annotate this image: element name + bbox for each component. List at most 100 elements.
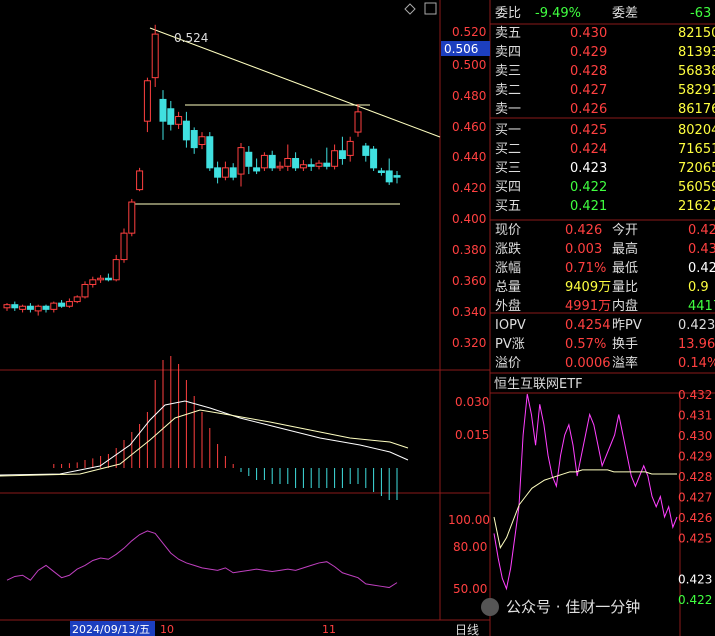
candle-body <box>97 277 105 281</box>
book-volume: 58291 <box>678 83 715 98</box>
quote-value: 0.42 <box>688 261 715 276</box>
price-tick: 0.500 <box>452 58 486 72</box>
candle-body <box>182 120 190 141</box>
candle-body <box>323 162 331 167</box>
quote-label: 量比 <box>612 280 638 295</box>
candle-body <box>167 108 175 125</box>
quote-rows: 现价 0.426 今开 0.42 涨跌 0.003 最高 0.43 涨幅 0.71% 最低 0.42 总… <box>495 222 715 314</box>
diff-value: -63 <box>690 6 711 21</box>
book-label: 买一 <box>495 123 521 138</box>
candle-body <box>58 302 66 307</box>
quote-label: 外盘 <box>495 298 521 314</box>
candle-body <box>354 111 362 133</box>
book-label: 买三 <box>495 161 521 176</box>
candle-body <box>89 279 97 285</box>
book-price: 0.427 <box>570 83 607 98</box>
diamond-icon[interactable] <box>404 3 416 15</box>
candle-body <box>292 158 300 169</box>
watermark: 公众号 · 佳财一分钟 <box>481 598 640 616</box>
iopv-value: 0.423 <box>678 318 715 333</box>
candle-body <box>128 201 136 234</box>
book-volume: 56838 <box>678 64 715 79</box>
book-label: 卖一 <box>495 102 521 117</box>
iopv-value: 0.4254 <box>565 318 611 333</box>
candle-body <box>34 305 42 312</box>
iopv-rows: IOPV 0.4254昨PV 0.423 PV涨 0.57% 换手 13.96% 溢价 0.00… <box>495 318 715 371</box>
date-tick: 10 <box>160 623 174 636</box>
price-tick: 0.440 <box>452 150 486 164</box>
book-label: 买四 <box>495 180 521 195</box>
candle-body <box>253 167 261 172</box>
macd-axis: 0.030 0.015 <box>455 395 489 442</box>
intraday-tick: 0.425 <box>678 532 712 546</box>
quote-label: 现价 <box>495 223 521 238</box>
candle-body <box>50 302 58 310</box>
watermark-text: 公众号 · 佳财一分钟 <box>506 598 640 616</box>
intraday-tick: 0.429 <box>678 450 712 464</box>
book-price: 0.429 <box>570 45 607 60</box>
book-price: 0.424 <box>570 142 607 157</box>
current-price-tag-text: 0.506 <box>444 42 478 56</box>
quote-value: 0.43 <box>688 242 715 257</box>
macd-dif-line <box>0 400 409 476</box>
high-annotation: 0.524 <box>174 31 208 45</box>
book-price: 0.425 <box>570 123 607 138</box>
candle-body <box>136 170 144 191</box>
candle-body <box>206 136 214 169</box>
book-volume: 71651 <box>678 142 715 157</box>
intraday-tick: 0.427 <box>678 491 712 505</box>
candle-body <box>260 154 268 169</box>
intraday-tick: 0.430 <box>678 429 712 443</box>
iopv-label: 溢率 <box>612 355 638 371</box>
window-toggle-icon[interactable] <box>424 2 437 15</box>
candle-body <box>151 33 159 79</box>
wechat-icon <box>481 598 499 616</box>
osc-tick: 80.00 <box>453 540 487 554</box>
candle-body <box>268 154 276 169</box>
intraday-tick: 0.423 <box>678 573 712 587</box>
period-label: 日线 <box>455 623 479 636</box>
candle-body <box>104 277 112 281</box>
book-label: 卖三 <box>495 64 521 79</box>
price-axis: 0.520 0.500 0.480 0.460 0.440 0.420 0.40… <box>441 25 490 350</box>
candle-body <box>3 304 11 309</box>
candle-body <box>338 150 346 160</box>
iopv-value: 0.57% <box>565 337 606 352</box>
candle-body <box>393 175 401 178</box>
iopv-label: 昨PV <box>612 318 642 333</box>
candle-body <box>315 162 323 167</box>
quote-label: 总量 <box>495 280 521 295</box>
candle-body <box>65 301 73 307</box>
book-volume: 82150 <box>678 26 715 41</box>
iopv-label: 换手 <box>612 337 638 352</box>
book-price: 0.423 <box>570 161 607 176</box>
candle-body <box>120 232 128 261</box>
quote-value: 9409万 <box>565 280 611 295</box>
price-tick: 0.480 <box>452 89 486 103</box>
order-book-rows: 卖五 0.430 82150 卖四 0.429 81393 卖三 0.428 56838 卖二 0.… <box>495 26 715 214</box>
candle-body <box>175 116 183 125</box>
osc-tick: 50.00 <box>453 582 487 596</box>
price-tick: 0.320 <box>452 336 486 350</box>
iopv-label: 溢价 <box>495 356 521 371</box>
candle-body <box>42 305 50 310</box>
quote-label: 今开 <box>612 222 638 238</box>
quote-value: 44177 <box>688 299 715 314</box>
candle-body <box>331 150 339 167</box>
intraday-tick: 0.422 <box>678 593 712 607</box>
quote-label: 涨幅 <box>495 261 521 276</box>
iopv-label: IOPV <box>495 318 526 333</box>
iopv-value: 0.14% <box>678 356 715 371</box>
quote-label: 内盘 <box>612 298 638 314</box>
price-tick: 0.420 <box>452 181 486 195</box>
price-tick: 0.380 <box>452 243 486 257</box>
candle-body <box>284 158 292 167</box>
date-axis: 2024/09/13/五 10 11 日线 <box>70 621 479 636</box>
intraday-tick: 0.432 <box>678 388 712 402</box>
price-tick: 0.340 <box>452 305 486 319</box>
ratio-label: 委比 <box>495 6 521 21</box>
book-label: 卖二 <box>495 83 521 98</box>
candle-body <box>362 145 370 156</box>
candle-body <box>221 167 229 178</box>
quote-value: 0.003 <box>565 242 602 257</box>
